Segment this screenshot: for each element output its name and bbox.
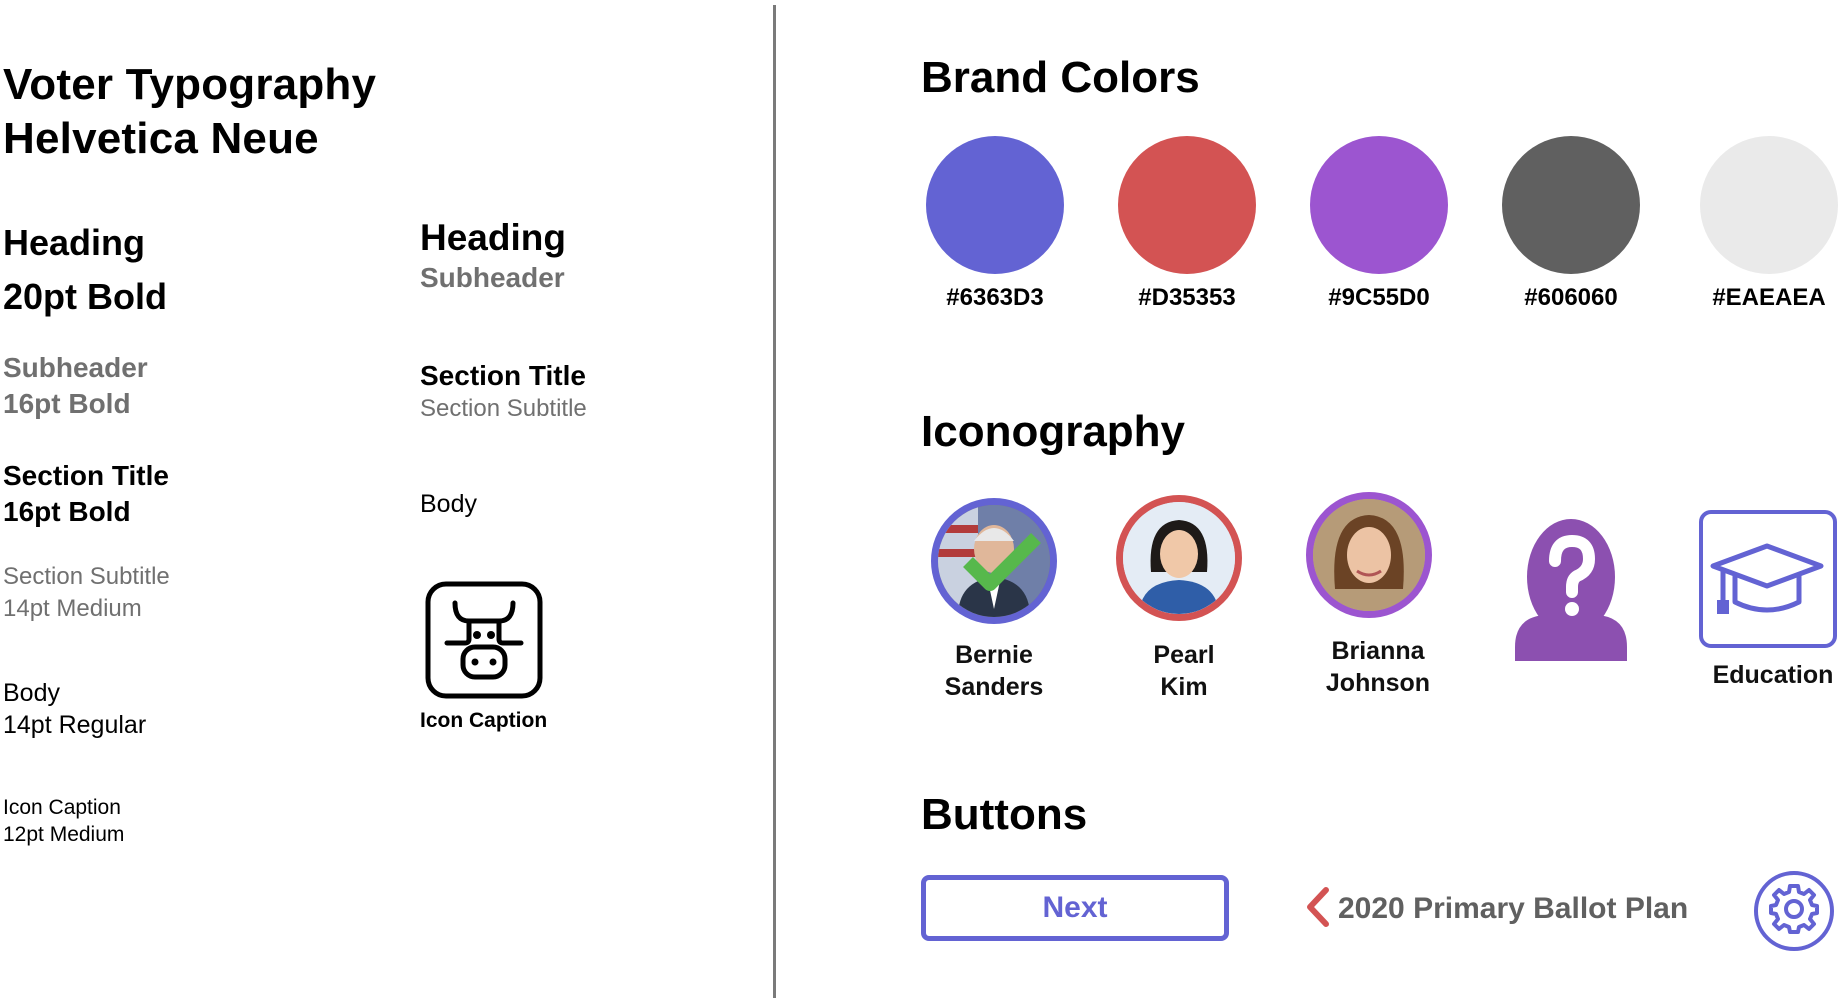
education-icon-tile[interactable] (1699, 510, 1837, 648)
swatch-light-gray (1700, 136, 1838, 274)
sample-heading: Heading (420, 217, 566, 258)
sample-subheader: Subheader (420, 262, 565, 293)
swatch-label: #6363D3 (946, 284, 1044, 311)
candidate-caption-brianna: Brianna Johnson (1325, 637, 1431, 697)
swatch-primary-blue (926, 136, 1064, 274)
swatch-label: #D35353 (1138, 284, 1236, 311)
swatch-label: #EAEAEA (1712, 284, 1826, 311)
brand-colors-heading: Brand Colors (921, 53, 1200, 102)
column-divider (773, 5, 776, 998)
spec-icon-caption: Icon Caption 12pt Medium (3, 796, 125, 846)
graduation-cap-icon (1710, 543, 1824, 614)
spec-section-title: Section Title 16pt Bold (3, 460, 169, 527)
spec-section-subtitle: Section Subtitle 14pt Medium (3, 563, 170, 622)
candidate-avatar-brianna[interactable] (1306, 492, 1432, 618)
next-button[interactable]: Next (921, 875, 1229, 941)
swatch-label: #606060 (1524, 284, 1618, 311)
candidate-caption-pearl: Pearl Kim (1153, 641, 1215, 701)
sample-section-title: Section Title (420, 360, 586, 391)
swatch-purple (1310, 136, 1448, 274)
check-icon (960, 530, 1044, 599)
iconography-heading: Iconography (921, 407, 1186, 456)
settings-button[interactable] (1754, 871, 1834, 951)
gear-icon (1767, 882, 1821, 941)
spec-body: Body 14pt Regular (3, 679, 147, 739)
swatch-label: #9C55D0 (1328, 284, 1430, 311)
cow-icon (425, 581, 543, 699)
sample-body: Body (420, 490, 477, 518)
buttons-heading: Buttons (921, 790, 1088, 839)
back-link-label: 2020 Primary Ballot Plan (1338, 892, 1689, 925)
unknown-person-icon[interactable] (1515, 519, 1627, 666)
candidate-caption-bernie: Bernie Sanders (944, 641, 1044, 701)
candidate-avatar-pearl[interactable] (1116, 495, 1242, 621)
chevron-left-icon (1304, 886, 1330, 933)
sample-section-subtitle: Section Subtitle (420, 395, 587, 422)
spec-subheader: Subheader 16pt Bold (3, 352, 148, 419)
spec-heading: Heading 20pt Bold (3, 222, 168, 317)
typography-title: Voter Typography Helvetica Neue (3, 60, 377, 163)
back-link[interactable]: 2020 Primary Ballot Plan (1304, 884, 1688, 934)
swatch-red (1118, 136, 1256, 274)
education-caption: Education (1712, 661, 1834, 689)
sample-icon-caption: Icon Caption (420, 709, 548, 732)
swatch-gray (1502, 136, 1640, 274)
